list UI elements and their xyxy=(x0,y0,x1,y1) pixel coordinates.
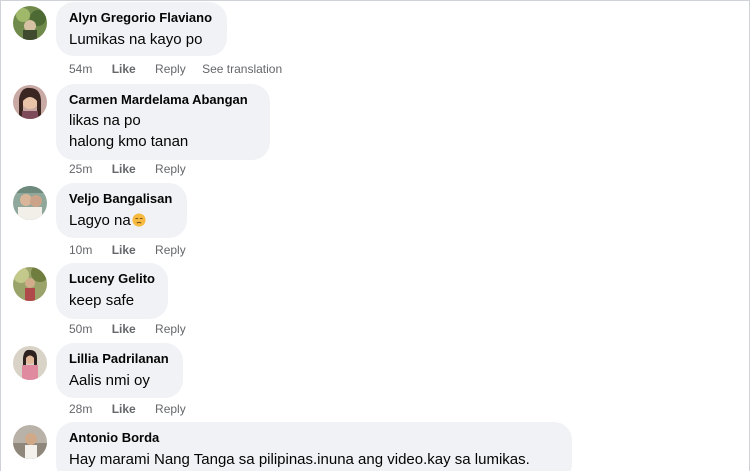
comment-actions: 10m Like Reply xyxy=(69,242,186,258)
avatar[interactable] xyxy=(13,346,47,380)
like-button[interactable]: Like xyxy=(112,321,136,337)
comment-author[interactable]: Alyn Gregorio Flaviano xyxy=(69,9,214,26)
reply-button[interactable]: Reply xyxy=(155,161,186,177)
comment-actions: 54m Like Reply See translation xyxy=(69,61,282,77)
comment-bubble: Alyn Gregorio Flaviano Lumikas na kayo p… xyxy=(56,2,227,56)
comment-bubble: Antonio Borda Hay marami Nang Tanga sa p… xyxy=(56,422,572,471)
comment-text: halong kmo tanan xyxy=(69,133,189,150)
comment-bubble: Lillia Padrilanan Aalis nmi oy xyxy=(56,343,183,398)
comment-author[interactable]: Antonio Borda xyxy=(69,429,559,446)
comment-text: likas na po xyxy=(69,112,141,129)
comment-text: Lagyo na xyxy=(69,210,174,231)
comment-actions: 25m Like Reply xyxy=(69,161,186,177)
comment-text-content: Lagyo na xyxy=(69,212,131,229)
comment-timestamp[interactable]: 25m xyxy=(69,161,92,177)
comment-text: Aalis nmi oy xyxy=(69,372,150,389)
comment-timestamp[interactable]: 50m xyxy=(69,321,92,337)
avatar[interactable] xyxy=(13,425,47,459)
comment-timestamp[interactable]: 28m xyxy=(69,401,92,417)
comment-bubble: Veljo Bangalisan Lagyo na xyxy=(56,183,187,238)
comment-text: Hay marami Nang Tanga sa pilipinas.inuna… xyxy=(69,451,530,468)
comments-panel: Alyn Gregorio Flaviano Lumikas na kayo p… xyxy=(0,0,750,471)
comment-actions: 28m Like Reply xyxy=(69,401,186,417)
comment-author[interactable]: Lillia Padrilanan xyxy=(69,350,170,367)
comment-bubble: Carmen Mardelama Abangan likas na po hal… xyxy=(56,84,270,160)
like-button[interactable]: Like xyxy=(112,401,136,417)
avatar[interactable] xyxy=(13,85,47,119)
comment-author[interactable]: Veljo Bangalisan xyxy=(69,190,174,207)
disappointed-face-emoji-icon xyxy=(132,213,146,227)
comment-timestamp[interactable]: 54m xyxy=(69,61,92,77)
like-button[interactable]: Like xyxy=(112,161,136,177)
comment-text: Lumikas na kayo po xyxy=(69,31,203,48)
comment-author[interactable]: Luceny Gelito xyxy=(69,270,155,287)
avatar[interactable] xyxy=(13,267,47,301)
comment-text: keep safe xyxy=(69,292,135,309)
like-button[interactable]: Like xyxy=(112,242,136,258)
comment-actions: 50m Like Reply xyxy=(69,321,186,337)
reply-button[interactable]: Reply xyxy=(155,61,186,77)
avatar[interactable] xyxy=(13,186,47,220)
avatar[interactable] xyxy=(13,6,47,40)
reply-button[interactable]: Reply xyxy=(155,321,186,337)
reply-button[interactable]: Reply xyxy=(155,401,186,417)
comment-bubble: Luceny Gelito keep safe xyxy=(56,263,168,319)
comment-timestamp[interactable]: 10m xyxy=(69,242,92,258)
see-translation-link[interactable]: See translation xyxy=(202,61,282,77)
like-button[interactable]: Like xyxy=(112,61,136,77)
comment-author[interactable]: Carmen Mardelama Abangan xyxy=(69,91,257,108)
reply-button[interactable]: Reply xyxy=(155,242,186,258)
